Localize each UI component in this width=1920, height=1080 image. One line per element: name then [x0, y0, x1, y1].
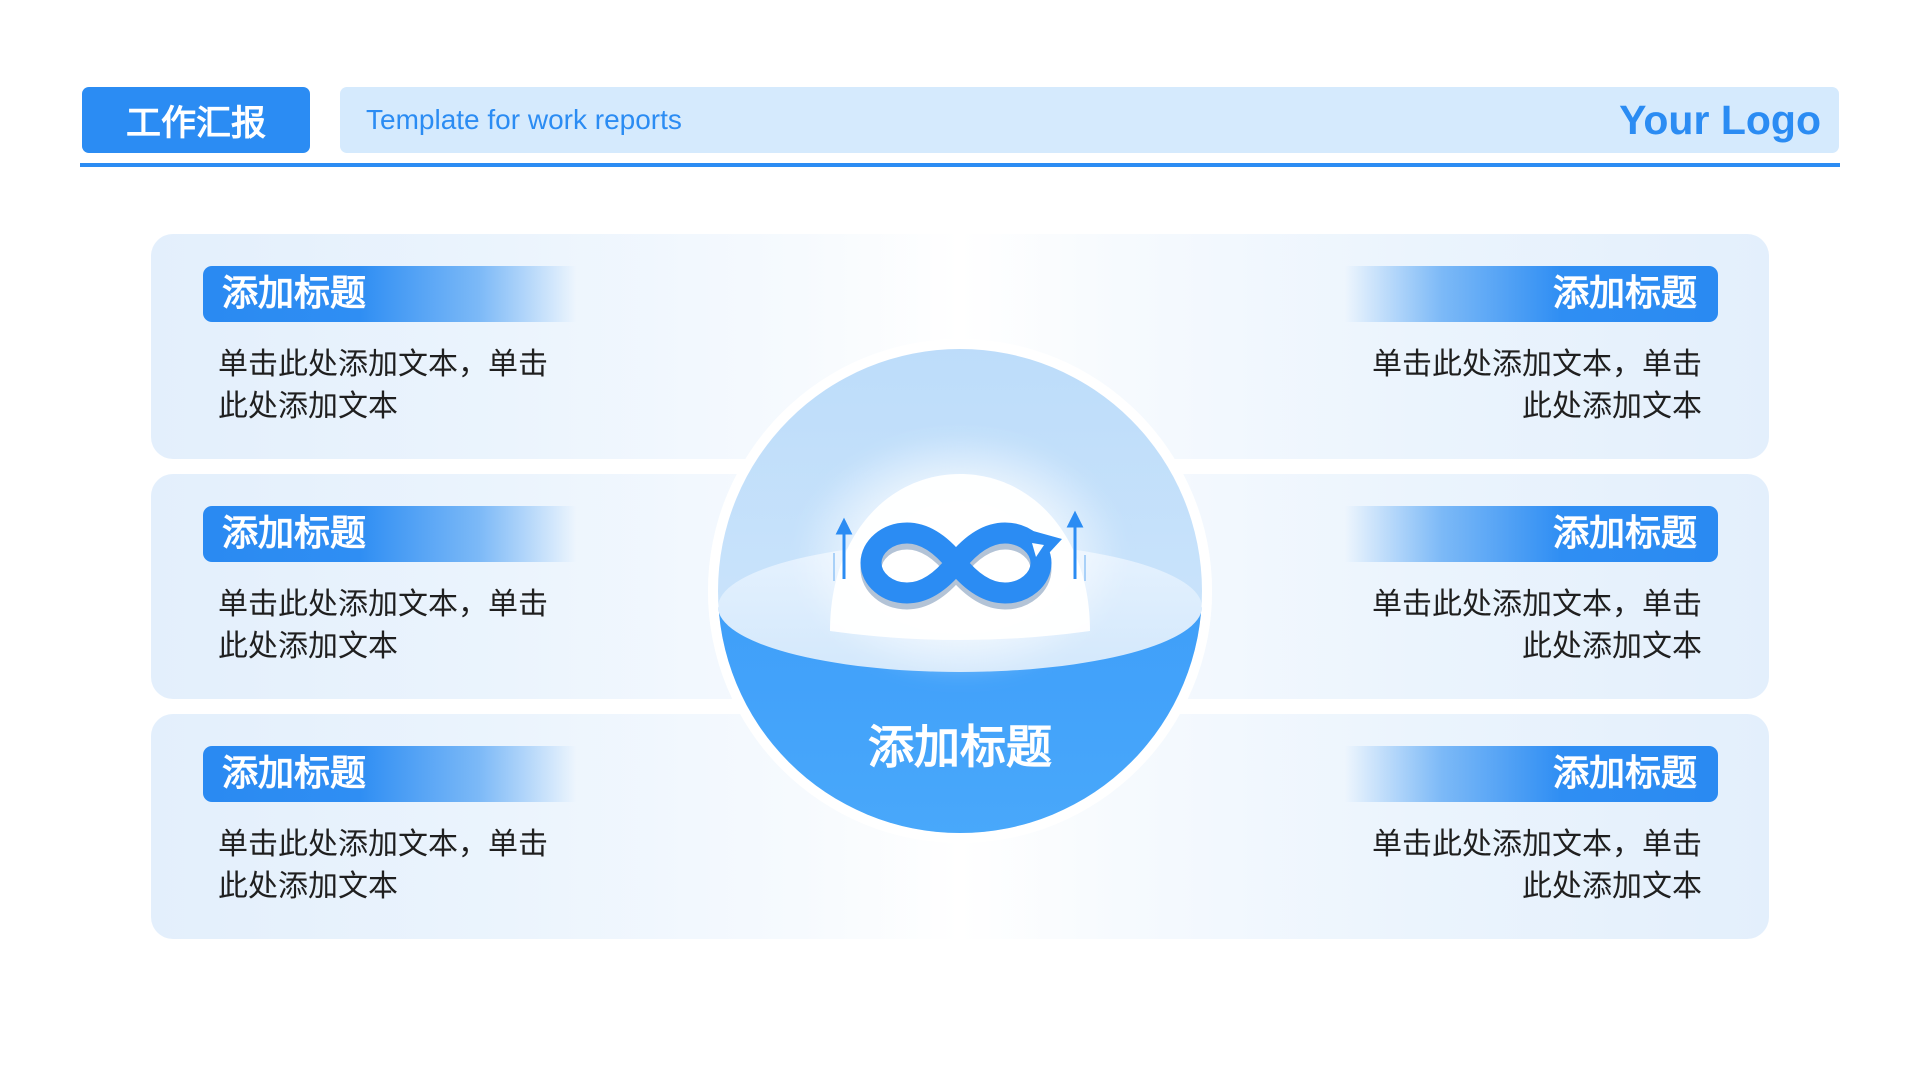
- text-line: 此处添加文本: [1522, 629, 1702, 664]
- text-line: 单击此处添加文本，单击: [1372, 347, 1702, 382]
- center-title: 添加标题: [868, 720, 1052, 774]
- right-item-3-title: 添加标题: [1345, 746, 1718, 802]
- header-subtitle: Template for work reports: [366, 104, 682, 135]
- text-line: 此处添加文本: [218, 629, 398, 664]
- logo-text: Your Logo: [1619, 97, 1821, 143]
- left-item-2-title: 添加标题: [203, 506, 576, 562]
- text-line: 单击此处添加文本，单击: [218, 347, 548, 382]
- right-item-2-text: 单击此处添加文本，单击 此处添加文本: [1372, 584, 1702, 668]
- text-line: 此处添加文本: [1522, 389, 1702, 424]
- right-item-3-text: 单击此处添加文本，单击 此处添加文本: [1372, 824, 1702, 908]
- text-line: 单击此处添加文本，单击: [1372, 587, 1702, 622]
- text-line: 单击此处添加文本，单击: [218, 587, 548, 622]
- left-item-2-text: 单击此处添加文本，单击 此处添加文本: [218, 584, 548, 668]
- text-line: 单击此处添加文本，单击: [1372, 827, 1702, 862]
- header-bar: Template for work reports Your Logo: [340, 87, 1839, 153]
- right-item-2-title: 添加标题: [1345, 506, 1718, 562]
- text-line: 此处添加文本: [218, 389, 398, 424]
- left-item-1-text: 单击此处添加文本，单击 此处添加文本: [218, 344, 548, 428]
- left-item-1-title: 添加标题: [203, 266, 576, 322]
- text-line: 此处添加文本: [1522, 869, 1702, 904]
- left-item-3-text: 单击此处添加文本，单击 此处添加文本: [218, 824, 548, 908]
- right-item-1-text: 单击此处添加文本，单击 此处添加文本: [1372, 344, 1702, 428]
- left-item-3-title: 添加标题: [203, 746, 576, 802]
- header-badge: 工作汇报: [82, 87, 310, 153]
- right-item-1-title: 添加标题: [1345, 266, 1718, 322]
- text-line: 单击此处添加文本，单击: [218, 827, 548, 862]
- header-divider: [80, 163, 1840, 167]
- text-line: 此处添加文本: [218, 869, 398, 904]
